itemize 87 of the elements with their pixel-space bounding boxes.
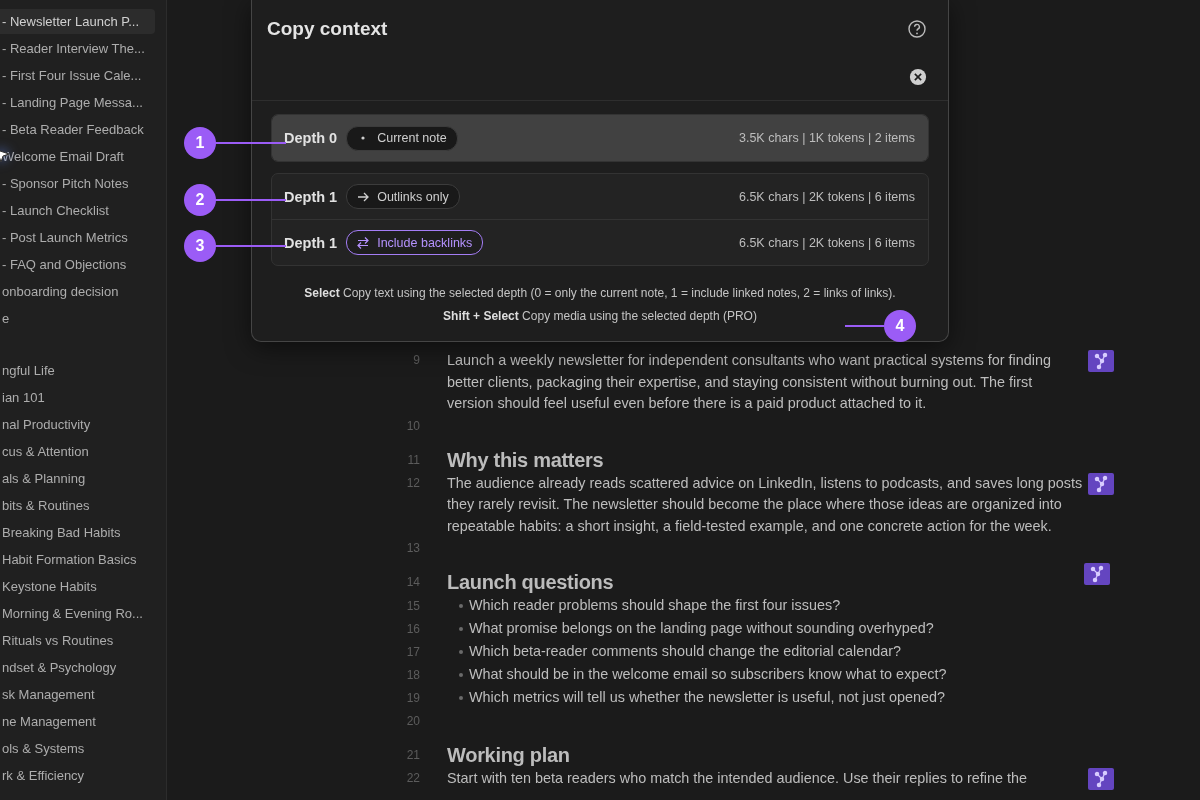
sidebar-item[interactable]: ne Management	[0, 709, 155, 734]
sidebar-item[interactable]: Breaking Bad Habits	[0, 520, 155, 545]
line-number: 13	[405, 540, 420, 557]
depth-option[interactable]: Depth 1 Include backlinks 6.5K chars | 2K tokens | 6 items	[272, 219, 928, 265]
close-icon[interactable]	[909, 68, 927, 86]
line-number: 11	[406, 451, 420, 469]
bullet-icon	[459, 696, 463, 700]
mode-tag: Include backlinks	[346, 230, 484, 255]
leader-line	[215, 199, 286, 201]
line-number: 19	[405, 690, 420, 707]
dialog-title: Copy context	[267, 18, 388, 40]
line-number: 17	[405, 644, 420, 661]
depth-option[interactable]: Depth 0 Current note 3.5K chars | 1K tokens | 2 items	[272, 115, 928, 161]
sidebar-item[interactable]: Welcome Email Draft	[0, 144, 155, 169]
paragraph: Start with ten beta readers who match the intended audience. Use their replies to refine the	[447, 769, 1027, 788]
sidebar-item[interactable]: ols & Systems	[0, 736, 155, 761]
sidebar-item[interactable]: - Newsletter Launch P...	[0, 9, 155, 34]
list-item: Which beta-reader comments should change the editorial calendar?	[469, 642, 901, 661]
bullet-icon	[459, 627, 463, 631]
mode-tag: Current note	[346, 125, 458, 151]
bullet-icon	[459, 604, 463, 608]
hint-text: Select Copy text using the selected depth (0 = only the current note, 1 = include linked notes, 2 = links of links).	[304, 286, 896, 300]
line-number: 9	[412, 352, 420, 369]
sidebar-item[interactable]: - First Four Issue Cale...	[0, 63, 155, 88]
sidebar-item[interactable]: ngful Life	[0, 358, 155, 383]
graph-icon[interactable]	[1084, 563, 1110, 585]
leader-line	[845, 325, 884, 327]
stats-text: 3.5K chars | 1K tokens | 2 items	[738, 131, 915, 145]
sidebar-item[interactable]: - Post Launch Metrics	[0, 225, 155, 250]
hint-text: Shift + Select Copy media using the selected depth (PRO)	[443, 309, 757, 323]
line-number: 16	[405, 621, 420, 638]
list-item: What should be in the welcome email so subscribers know what to expect?	[469, 665, 947, 684]
leader-line	[215, 245, 286, 247]
line-number: 12	[405, 474, 420, 492]
line-number: 10	[405, 417, 420, 435]
sidebar-item[interactable]: - Launch Checklist	[0, 198, 155, 223]
depth-label: Depth 1	[284, 188, 338, 205]
bullet-icon	[459, 650, 463, 654]
line-number: 22	[405, 770, 420, 787]
sidebar-item[interactable]: Morning & Evening Ro...	[0, 601, 155, 626]
sidebar-item[interactable]: ian 101	[0, 385, 155, 410]
sidebar-item[interactable]: Rituals vs Routines	[0, 628, 155, 653]
leader-line	[215, 142, 286, 144]
sidebar-item[interactable]: cus & Attention	[0, 439, 155, 464]
graph-icon[interactable]	[1088, 472, 1114, 495]
paragraph: The audience already reads scattered advice on LinkedIn, listens to podcasts, and saves long posts they rarely revisit. The newsletter should become the place where those ideas are organized into repeatable habits: a short insight, a field-tested example, and one concrete action for the week.	[447, 473, 1083, 536]
line-number: 21	[405, 747, 420, 764]
list-item: What promise belongs on the landing page without sounding overhyped?	[469, 619, 934, 638]
depth-option[interactable]: Depth 1 Outlinks only 6.5K chars | 2K tokens | 6 items	[272, 174, 928, 219]
sidebar-item[interactable]: bits & Routines	[0, 493, 155, 518]
stats-text: 6.5K chars | 2K tokens | 6 items	[738, 235, 915, 250]
sidebar-item[interactable]: - Landing Page Messa...	[0, 90, 155, 115]
sidebar-item[interactable]: nal Productivity	[0, 412, 155, 437]
sidebar-item[interactable]: e	[0, 306, 155, 331]
swap-arrows-icon	[356, 235, 371, 250]
depth-label: Depth 0	[284, 130, 338, 146]
sidebar-item[interactable]: - Beta Reader Feedback	[0, 117, 155, 142]
list-item: Which metrics will tell us whether the newsletter is useful, not just opened?	[469, 688, 945, 707]
graph-icon[interactable]	[1088, 768, 1114, 790]
sidebar-item[interactable]: Keystone Habits	[0, 574, 155, 599]
list-item: Which reader problems should shape the first four issues?	[469, 596, 841, 615]
section-heading: Why this matters	[447, 447, 604, 473]
sidebar-item[interactable]: onboarding decision	[0, 279, 155, 304]
depth-label: Depth 1	[284, 234, 338, 251]
paragraph: Launch a weekly newsletter for independent consultants who want practical systems for finding better clients, packaging their expertise, and staying consistent without burning out. The first version should feel useful even before there is a paid product attached to it.	[447, 351, 1051, 413]
section-heading: Launch questions	[447, 570, 614, 595]
line-number: 15	[405, 598, 420, 615]
line-number: 20	[405, 713, 420, 730]
callout-badge: 2	[184, 184, 216, 216]
sidebar-item[interactable]: - Reader Interview The...	[0, 36, 155, 61]
graph-icon[interactable]	[1088, 350, 1114, 372]
section-heading: Working plan	[447, 743, 570, 768]
line-number: 14	[405, 574, 420, 591]
stats-text: 6.5K chars | 2K tokens | 6 items	[738, 189, 915, 204]
help-icon[interactable]	[907, 19, 927, 39]
sidebar-item[interactable]: ndset & Psychology	[0, 655, 155, 680]
sidebar-item[interactable]: - Sponsor Pitch Notes	[0, 171, 155, 196]
line-number: 18	[405, 667, 420, 684]
sidebar-item[interactable]: - FAQ and Objections	[0, 252, 155, 277]
sidebar-item[interactable]: Habit Formation Basics	[0, 547, 155, 572]
sidebar-item[interactable]: als & Planning	[0, 466, 155, 491]
callout-badge: 1	[184, 127, 216, 159]
bullet-icon	[459, 673, 463, 677]
sidebar-item[interactable]: rk & Efficiency	[0, 763, 155, 788]
sidebar-item[interactable]: sk Management	[0, 682, 155, 707]
callout-badge: 3	[184, 230, 216, 262]
mode-tag: Outlinks only	[346, 184, 460, 209]
